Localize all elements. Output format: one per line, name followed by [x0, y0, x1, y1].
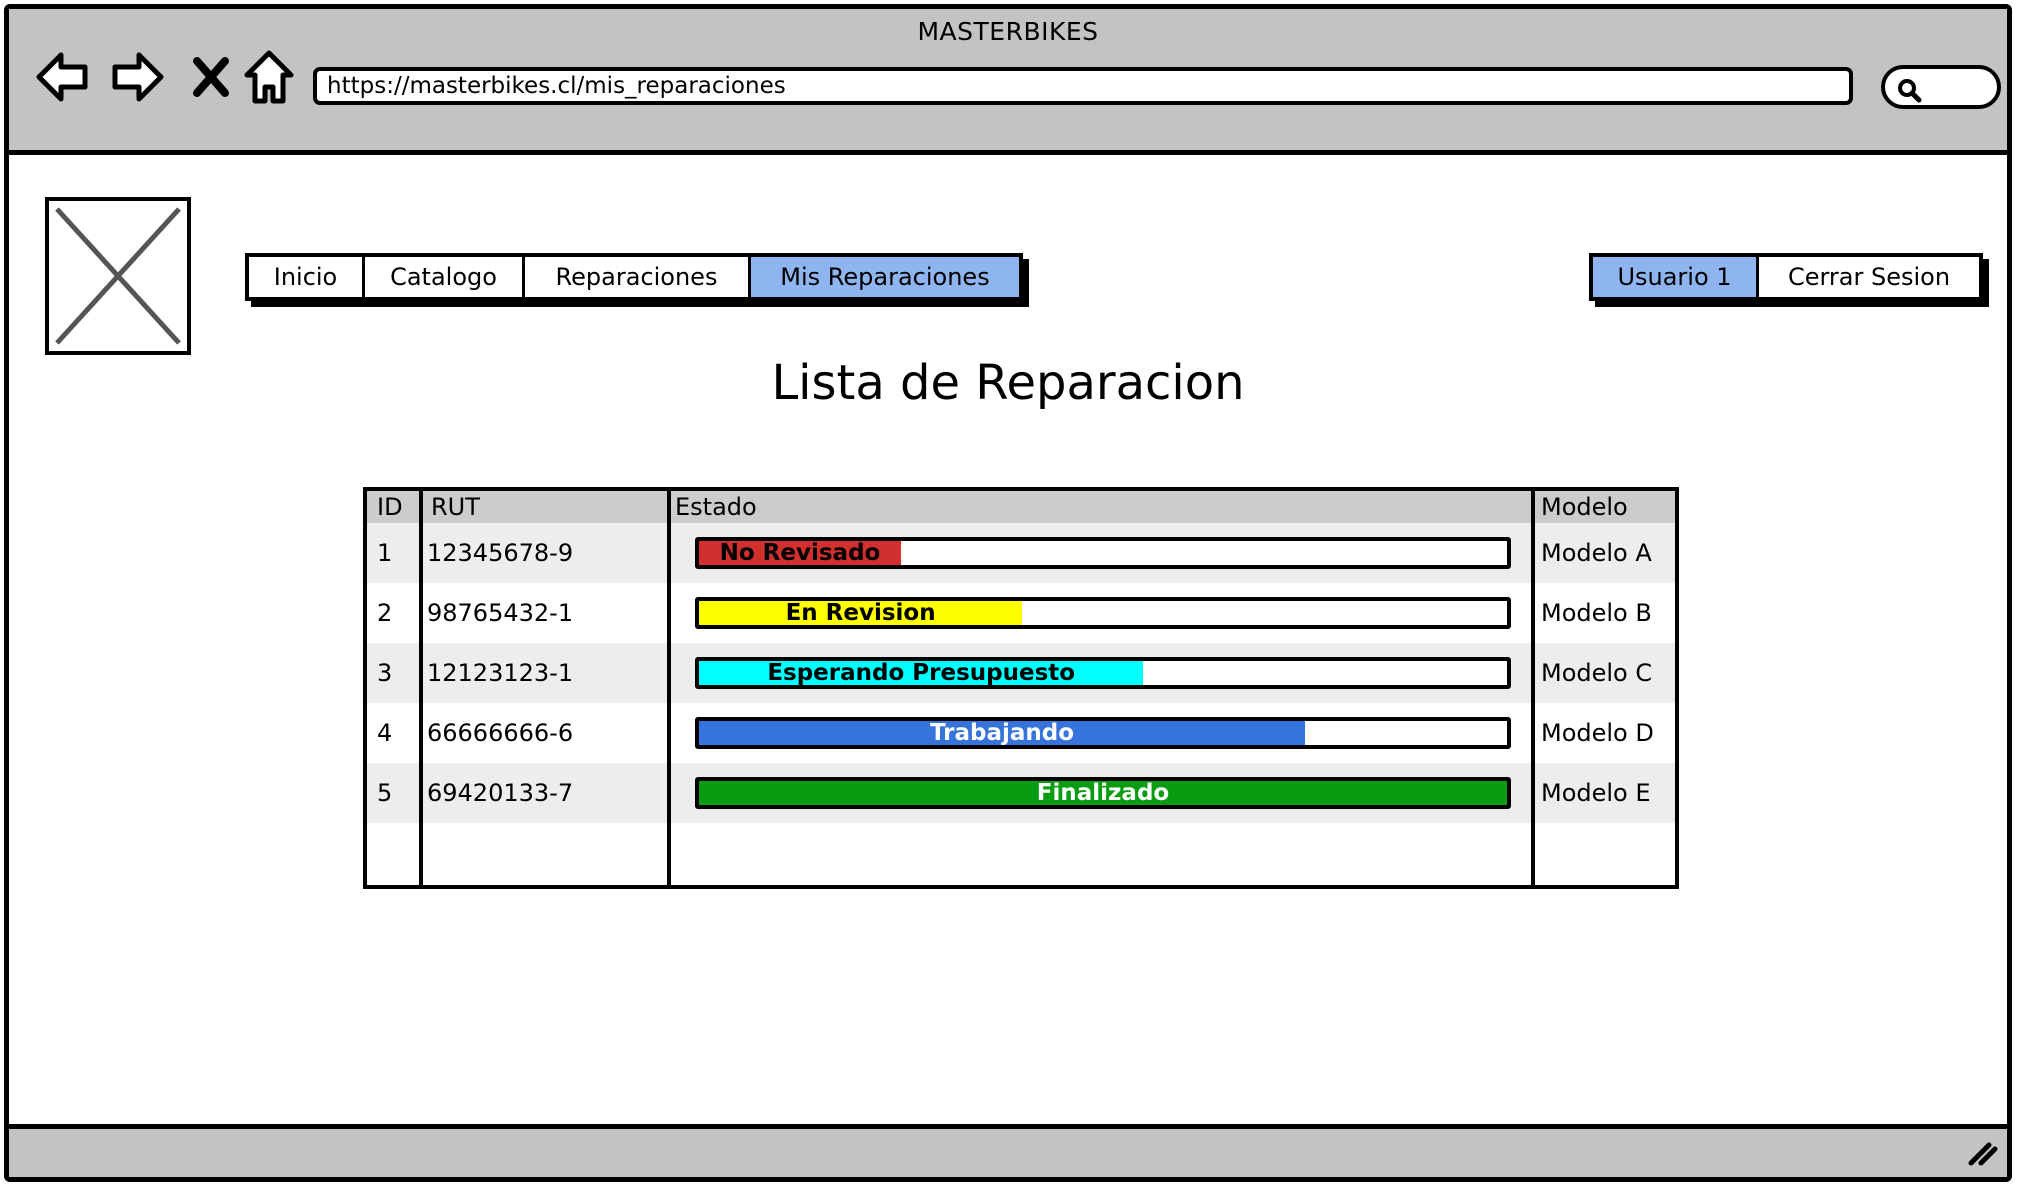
cell-id: 4	[377, 719, 393, 747]
table-row[interactable]: 4 66666666-6 Modelo D Trabajando	[367, 703, 1675, 763]
page-title: Lista de Reparacion	[771, 355, 1245, 411]
cell-modelo: Modelo B	[1541, 599, 1652, 627]
main-nav: Inicio Catalogo Reparaciones Mis Reparac…	[245, 253, 1023, 301]
logout-button[interactable]: Cerrar Sesion	[1759, 257, 1979, 297]
status-label: Finalizado	[1036, 780, 1170, 806]
search-field[interactable]	[1881, 65, 2001, 109]
forward-arrow-icon[interactable]	[107, 47, 167, 111]
header-modelo: Modelo	[1541, 493, 1628, 521]
column-divider	[419, 491, 423, 885]
user-button[interactable]: Usuario 1	[1593, 257, 1759, 297]
tab-mis-reparaciones[interactable]: Mis Reparaciones	[751, 257, 1019, 297]
status-progress-bar: Esperando Presupuesto	[695, 657, 1511, 689]
browser-window: MASTERBIKES https://masterbikes.cl/mis_r…	[4, 4, 2012, 1182]
status-label: No Revisado	[719, 540, 881, 566]
status-progress-bar: Finalizado	[695, 777, 1511, 809]
table-row[interactable]: 1 12345678-9 Modelo A No Revisado	[367, 523, 1675, 583]
cell-modelo: Modelo D	[1541, 719, 1654, 747]
status-progress-bar: En Revision	[695, 597, 1511, 629]
cell-rut: 12123123-1	[427, 659, 574, 687]
back-arrow-icon[interactable]	[33, 47, 93, 111]
cell-modelo: Modelo C	[1541, 659, 1653, 687]
header-rut: RUT	[431, 493, 480, 521]
column-divider	[667, 491, 671, 885]
status-progress-bar: No Revisado	[695, 537, 1511, 569]
column-divider	[1531, 491, 1535, 885]
status-bar	[9, 1124, 2007, 1177]
url-input[interactable]: https://masterbikes.cl/mis_reparaciones	[313, 67, 1853, 105]
status-label: En Revision	[785, 600, 936, 626]
close-x-icon[interactable]	[189, 47, 233, 111]
tab-inicio[interactable]: Inicio	[249, 257, 365, 297]
home-icon[interactable]	[241, 47, 297, 113]
table-header: ID RUT Estado Modelo	[367, 491, 1675, 523]
cell-id: 5	[377, 779, 393, 807]
table-row[interactable]: 2 98765432-1 Modelo B En Revision	[367, 583, 1675, 643]
browser-toolbar: MASTERBIKES https://masterbikes.cl/mis_r…	[9, 9, 2007, 155]
window-title: MASTERBIKES	[917, 17, 1099, 46]
resize-grip-icon[interactable]	[1965, 1137, 1999, 1171]
cell-modelo: Modelo E	[1541, 779, 1651, 807]
tab-catalogo[interactable]: Catalogo	[365, 257, 525, 297]
tab-reparaciones[interactable]: Reparaciones	[525, 257, 751, 297]
status-label: Trabajando	[929, 720, 1075, 746]
cell-id: 3	[377, 659, 393, 687]
cell-id: 1	[377, 539, 393, 567]
table-row[interactable]: 3 12123123-1 Modelo C Esperando Presupuesto	[367, 643, 1675, 703]
cell-id: 2	[377, 599, 393, 627]
search-icon	[1898, 79, 1922, 103]
logo-placeholder	[45, 197, 191, 355]
cell-modelo: Modelo A	[1541, 539, 1652, 567]
table-row[interactable]: 5 69420133-7 Modelo E Finalizado	[367, 763, 1675, 823]
cell-rut: 66666666-6	[427, 719, 574, 747]
status-progress-bar: Trabajando	[695, 717, 1511, 749]
cell-rut: 69420133-7	[427, 779, 574, 807]
cell-rut: 98765432-1	[427, 599, 574, 627]
cell-rut: 12345678-9	[427, 539, 574, 567]
status-label: Esperando Presupuesto	[767, 660, 1076, 686]
user-nav: Usuario 1 Cerrar Sesion	[1589, 253, 1983, 301]
header-id: ID	[377, 493, 403, 521]
header-estado: Estado	[675, 493, 757, 521]
repairs-table: ID RUT Estado Modelo 1 12345678-9 Modelo A…	[363, 487, 1679, 889]
